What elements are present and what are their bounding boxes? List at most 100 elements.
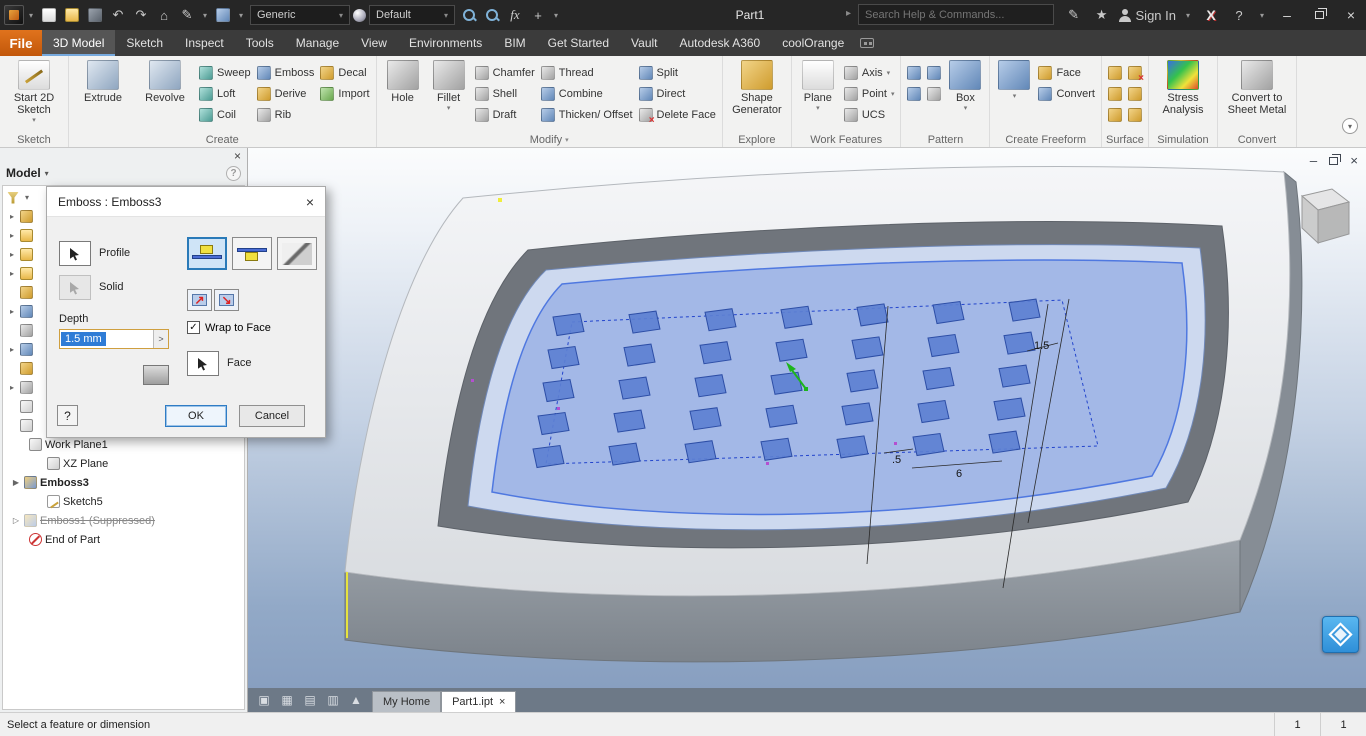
sketch-pattern-button[interactable] (924, 83, 944, 104)
tab-manage[interactable]: Manage (285, 30, 350, 56)
save-button[interactable] (84, 4, 106, 26)
tab-inspect[interactable]: Inspect (174, 30, 235, 56)
surface-patch-button[interactable] (1105, 83, 1125, 104)
expander-icon[interactable]: ▸ (7, 345, 17, 354)
dialog-close-button[interactable]: × (306, 194, 314, 210)
expander-icon[interactable]: ▷ (11, 516, 21, 525)
a360-drive-button[interactable] (1322, 616, 1359, 653)
direction-up-button[interactable]: ↗ (187, 289, 212, 311)
tab-part1-ipt[interactable]: Part1.ipt × (441, 691, 517, 712)
tab-coolorange[interactable]: coolOrange (771, 30, 855, 56)
checkbox-checked-icon[interactable]: ✓ (187, 321, 200, 334)
add-quick-tool-button[interactable]: + (527, 4, 549, 26)
undo-button[interactable]: ↶ (107, 4, 129, 26)
appearance-swatch-button[interactable] (143, 365, 169, 385)
search-input[interactable] (858, 4, 1054, 25)
direct-button[interactable]: Direct (636, 83, 719, 104)
close-button[interactable]: × (1338, 1, 1364, 29)
clear-appearance-button[interactable] (481, 4, 503, 26)
freeform-face-button[interactable]: Face (1035, 62, 1098, 83)
emboss-from-face-button[interactable] (187, 237, 227, 270)
expander-icon[interactable]: ▸ (7, 307, 17, 316)
freeform-box-button[interactable]: ▾ (993, 58, 1035, 132)
help-arrow-icon[interactable]: ▾ (1256, 4, 1268, 26)
convert-to-sheet-metal-button[interactable]: Convert to Sheet Metal (1221, 58, 1293, 132)
sketch-tool-button[interactable]: ✎ (176, 4, 198, 26)
tab-get-started[interactable]: Get Started (537, 30, 620, 56)
engrave-from-face-button[interactable] (232, 237, 272, 270)
shape-generator-button[interactable]: Shape Generator (726, 58, 788, 132)
select-tool-arrow-icon[interactable]: ▾ (235, 4, 247, 26)
loft-button[interactable]: Loft (196, 83, 254, 104)
surface-extend-button[interactable] (1125, 83, 1145, 104)
clean-screen-button[interactable]: ▣ (254, 690, 274, 710)
ucs-button[interactable]: UCS (841, 104, 898, 125)
tab-3d-model[interactable]: 3D Model (42, 30, 116, 56)
select-tool-button[interactable] (212, 4, 234, 26)
browser-help-icon[interactable]: ? (226, 165, 241, 181)
favorites-button[interactable]: ★ (1091, 4, 1113, 26)
sweep-button[interactable]: Sweep (196, 62, 254, 83)
thread-button[interactable]: Thread (538, 62, 636, 83)
depth-input[interactable]: 1.5 mm > (59, 329, 169, 349)
parameters-button[interactable]: fx (504, 4, 526, 26)
plane-button[interactable]: Plane ▾ (795, 58, 841, 132)
adjust-appearance-button[interactable] (458, 4, 480, 26)
tab-overflow-button[interactable] (855, 30, 879, 56)
expand-strip-button[interactable]: ▲ (346, 690, 366, 710)
tile-all-button[interactable]: ▦ (277, 690, 297, 710)
start-2d-sketch-button[interactable]: Start 2D Sketch ▾ (3, 58, 65, 132)
doc-close-button[interactable]: × (1350, 153, 1358, 168)
help-button[interactable]: ? (1228, 4, 1250, 26)
quick-access-arrow-icon[interactable]: ▾ (550, 4, 562, 26)
depth-flyout-button[interactable]: > (153, 330, 168, 348)
freeform-convert-button[interactable]: Convert (1035, 83, 1098, 104)
dialog-help-button[interactable]: ? (57, 405, 78, 426)
expander-icon[interactable]: ▸ (7, 269, 17, 278)
redo-button[interactable]: ↷ (130, 4, 152, 26)
tab-my-home[interactable]: My Home (372, 691, 442, 712)
tab-tools[interactable]: Tools (235, 30, 285, 56)
sign-in-arrow-icon[interactable]: ▾ (1182, 4, 1194, 26)
minimize-button[interactable]: – (1274, 1, 1300, 29)
tab-close-icon[interactable]: × (499, 696, 505, 708)
shell-button[interactable]: Shell (472, 83, 538, 104)
restore-button[interactable] (1306, 1, 1332, 29)
material-select[interactable]: Generic ▾ (250, 5, 350, 25)
app-logo-icon[interactable] (4, 5, 24, 25)
expander-icon[interactable]: ▸ (7, 383, 17, 392)
rib-button[interactable]: Rib (254, 104, 318, 125)
tree-item-xz-plane[interactable]: XZ Plane (3, 454, 244, 473)
exchange-apps-button[interactable]: X (1200, 4, 1222, 26)
open-file-button[interactable] (61, 4, 83, 26)
tab-file[interactable]: File (0, 30, 42, 56)
appearance-select[interactable]: Default ▾ (369, 5, 455, 25)
derive-button[interactable]: Derive (254, 83, 318, 104)
chamfer-button[interactable]: Chamfer (472, 62, 538, 83)
thicken-offset-button[interactable]: Thicken/ Offset (538, 104, 636, 125)
new-file-button[interactable] (38, 4, 60, 26)
tile-horizontal-button[interactable]: ▤ (300, 690, 320, 710)
expander-icon[interactable]: ▸ (7, 250, 17, 259)
emboss-button[interactable]: Emboss (254, 62, 318, 83)
axis-button[interactable]: Axis ▾ (841, 62, 898, 83)
direction-down-button[interactable]: ↘ (214, 289, 239, 311)
viewport-3d[interactable]: 1.5 6 .5 (248, 148, 1366, 688)
delete-face-button[interactable]: Delete Face (636, 104, 719, 126)
view-cube[interactable] (1300, 188, 1351, 245)
revolve-button[interactable]: Revolve (134, 58, 196, 132)
tree-item-emboss3[interactable]: ▶ Emboss3 (3, 473, 244, 492)
draft-button[interactable]: Draft (472, 104, 538, 125)
surface-stitch-button[interactable] (1105, 62, 1125, 83)
tree-item-sketch5[interactable]: Sketch5 (3, 492, 244, 511)
solid-pick-button[interactable] (59, 275, 91, 300)
sketch-tool-arrow-icon[interactable]: ▾ (199, 4, 211, 26)
tab-view[interactable]: View (350, 30, 398, 56)
surface-sculpt-button[interactable] (1125, 62, 1145, 84)
expander-icon[interactable]: ▸ (7, 231, 17, 240)
browser-close-button[interactable]: × (234, 149, 241, 163)
import-button[interactable]: Import (317, 83, 372, 104)
expander-icon[interactable]: ▶ (11, 478, 21, 487)
tab-autodesk-a360[interactable]: Autodesk A360 (669, 30, 772, 56)
tree-item-end-of-part[interactable]: End of Part (3, 530, 244, 549)
